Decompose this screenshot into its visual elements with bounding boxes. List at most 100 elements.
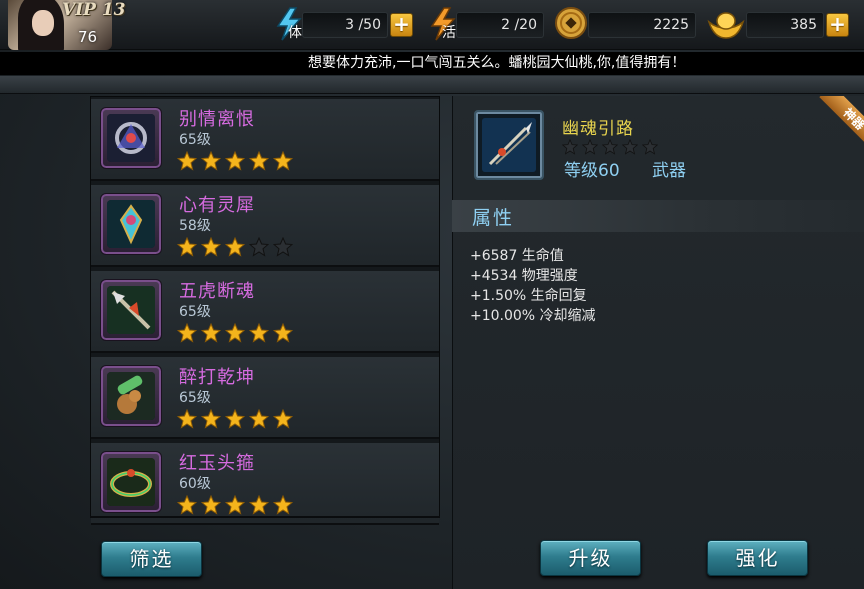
star-filled-icon: [177, 323, 197, 343]
attribute-line: +6587 生命值: [470, 248, 564, 264]
star-filled-icon: [201, 409, 221, 429]
star-filled-icon: [273, 495, 293, 515]
gold-value: 385: [790, 17, 817, 33]
avatar-face: [32, 10, 54, 36]
item-level: 58级: [179, 218, 211, 234]
star-filled-icon: [201, 151, 221, 171]
panel-frame: [0, 76, 864, 94]
upgrade-button[interactable]: 升级: [540, 540, 641, 576]
ribbon-label: 神器: [819, 96, 864, 152]
item-icon-frame: [100, 365, 162, 427]
stamina-tag: 体: [288, 25, 302, 41]
item-icon-frame: [100, 193, 162, 255]
list-item[interactable]: 红玉头箍 60级: [91, 443, 439, 525]
activity-tag: 活: [442, 25, 456, 41]
star-filled-icon: [201, 237, 221, 257]
spear-icon: [107, 286, 155, 334]
star-filled-icon: [225, 237, 245, 257]
enhance-button[interactable]: 强化: [707, 540, 808, 576]
item-stars: [177, 151, 297, 171]
star-filled-icon: [249, 151, 269, 171]
list-item[interactable]: 五虎断魂 65级: [91, 271, 439, 353]
list-item[interactable]: 心有灵犀 58级: [91, 185, 439, 267]
item-name: 红玉头箍: [179, 453, 255, 474]
star-empty-icon: [562, 139, 578, 155]
activity-counter: 2 /20: [456, 12, 544, 38]
equipment-list[interactable]: 别情离恨 65级 心有灵犀 58级 五虎断魂 65级 醉打乾坤 65级 红玉头箍…: [90, 96, 440, 525]
item-stars: [177, 323, 297, 343]
item-stars: [177, 495, 297, 515]
copper-coin-icon: [555, 7, 587, 39]
item-name: 别情离恨: [179, 109, 255, 130]
item-level: 65级: [179, 390, 211, 406]
announcement-ticker: 想要体力充沛,一口气闯五关么。蟠桃园大仙桃,你,值得拥有！: [0, 52, 864, 75]
detail-item-name: 幽魂引路: [562, 119, 634, 139]
star-filled-icon: [273, 151, 293, 171]
item-stars: [177, 409, 297, 429]
star-filled-icon: [177, 151, 197, 171]
stamina-value: 3 /50: [345, 17, 381, 33]
star-filled-icon: [177, 495, 197, 515]
equipment-screen: VIP 13 76 体 3 /50 + 活 2 /20 2225 385 + 想…: [0, 0, 864, 589]
star-filled-icon: [249, 495, 269, 515]
top-status-bar: VIP 13 76 体 3 /50 + 活 2 /20 2225 385 +: [0, 0, 864, 50]
vip-badge: VIP 13: [62, 0, 126, 20]
gold-ingot-icon: [707, 12, 745, 39]
star-empty-icon: [273, 237, 293, 257]
activity-value: 2 /20: [501, 17, 537, 33]
jade-headband-icon: [107, 458, 155, 506]
item-level: 65级: [179, 132, 211, 148]
star-empty-icon: [642, 139, 658, 155]
star-filled-icon: [225, 151, 245, 171]
item-icon-frame: [100, 451, 162, 513]
stamina-counter: 3 /50: [302, 12, 388, 38]
ticker-text: 想要体力充沛,一口气闯五关么。蟠桃园大仙桃,你,值得拥有！: [308, 55, 686, 71]
item-name: 五虎断魂: [179, 281, 255, 302]
star-filled-icon: [177, 409, 197, 429]
item-stars: [177, 237, 297, 257]
star-empty-icon: [622, 139, 638, 155]
star-filled-icon: [225, 495, 245, 515]
coin-value: 2225: [653, 17, 689, 33]
item-icon-frame: [100, 107, 162, 169]
star-empty-icon: [582, 139, 598, 155]
star-filled-icon: [273, 409, 293, 429]
attribute-line: +1.50% 生命回复: [470, 288, 587, 304]
list-bottom-divider: [90, 516, 440, 518]
item-level: 65级: [179, 304, 211, 320]
amulet-icon: [107, 200, 155, 248]
attributes-title: 属性: [472, 207, 515, 229]
attribute-line: +10.00% 冷却缩减: [470, 308, 596, 324]
detail-type: 武器: [652, 161, 686, 181]
attributes-list: +6587 生命值 +4534 物理强度 +1.50% 生命回复 +10.00%…: [470, 246, 596, 326]
star-filled-icon: [225, 323, 245, 343]
star-filled-icon: [249, 323, 269, 343]
item-name: 心有灵犀: [179, 195, 255, 216]
star-filled-icon: [177, 237, 197, 257]
item-icon-frame: [100, 279, 162, 341]
star-filled-icon: [201, 495, 221, 515]
coin-counter: 2225: [588, 12, 696, 38]
player-level: 76: [78, 28, 98, 46]
artifact-ribbon: 神器: [808, 96, 864, 152]
list-item[interactable]: 别情离恨 65级: [91, 99, 439, 181]
tri-spear-icon: [482, 118, 536, 172]
twin-blade-ring-icon: [107, 114, 155, 162]
star-empty-icon: [602, 139, 618, 155]
gourd-icon: [107, 372, 155, 420]
star-filled-icon: [273, 323, 293, 343]
star-filled-icon: [249, 409, 269, 429]
stamina-add-button[interactable]: +: [390, 13, 413, 37]
gold-counter: 385: [746, 12, 824, 38]
list-item[interactable]: 醉打乾坤 65级: [91, 357, 439, 439]
attributes-header: 属性: [452, 200, 864, 232]
item-name: 醉打乾坤: [179, 367, 255, 388]
detail-level: 等级60: [564, 161, 620, 181]
filter-button[interactable]: 筛选: [101, 541, 202, 577]
item-level: 60级: [179, 476, 211, 492]
attribute-line: +4534 物理强度: [470, 268, 578, 284]
detail-icon-frame: [474, 110, 544, 180]
gold-add-button[interactable]: +: [826, 13, 849, 37]
star-filled-icon: [201, 323, 221, 343]
star-filled-icon: [225, 409, 245, 429]
